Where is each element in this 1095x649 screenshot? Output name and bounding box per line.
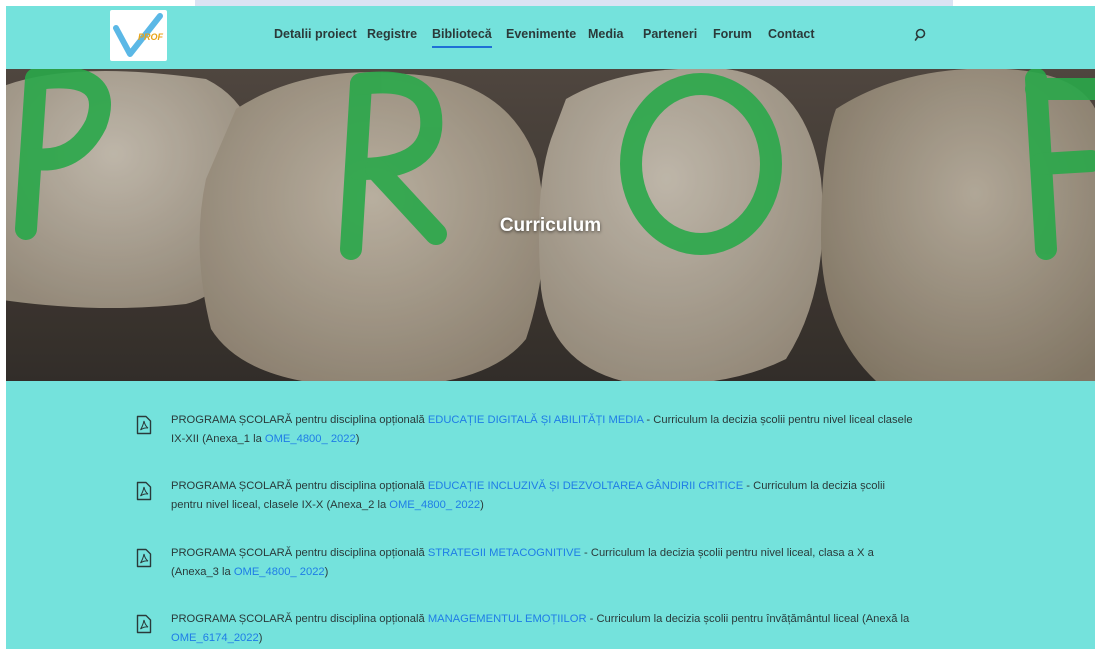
subject-link[interactable]: EDUCAȚIE DIGITALĂ ȘI ABILITĂȚI MEDIA xyxy=(428,414,644,426)
nav-forum[interactable]: Forum xyxy=(713,27,752,41)
nav-parteneri[interactable]: Parteneri xyxy=(643,27,697,41)
order-link[interactable]: OME_4800_ 2022 xyxy=(234,566,325,578)
pdf-file-icon xyxy=(136,548,152,568)
document-description: PROGRAMA ȘCOLARĂ pentru disciplina opțio… xyxy=(171,547,874,578)
nav-registre[interactable]: Registre xyxy=(367,27,417,41)
subject-link[interactable]: STRATEGII METACOGNITIVE xyxy=(428,547,581,559)
order-link[interactable]: OME_4800_ 2022 xyxy=(265,433,356,445)
document-description: PROGRAMA ȘCOLARĂ pentru disciplina opțio… xyxy=(171,414,913,445)
page: PROF Detalii proiect Registre Bibliotecă… xyxy=(6,6,1095,649)
site-header: PROF Detalii proiect Registre Bibliotecă… xyxy=(6,6,1095,69)
document-description: PROGRAMA ȘCOLARĂ pentru disciplina opțio… xyxy=(171,613,910,644)
logo-text: PROF xyxy=(138,32,164,42)
site-logo[interactable]: PROF xyxy=(110,10,167,61)
nav-contact[interactable]: Contact xyxy=(768,27,815,41)
subject-link[interactable]: EDUCAȚIE INCLUZIVĂ ȘI DEZVOLTAREA GÂNDIR… xyxy=(428,480,743,492)
nav-detalii-proiect[interactable]: Detalii proiect xyxy=(274,27,357,41)
order-link[interactable]: OME_6174_2022 xyxy=(171,632,259,644)
nav-biblioteca[interactable]: Bibliotecă xyxy=(432,27,492,48)
hero-banner: Curriculum xyxy=(6,69,1095,381)
search-icon[interactable] xyxy=(914,28,928,42)
order-link[interactable]: OME_4800_ 2022 xyxy=(389,499,480,511)
pdf-file-icon xyxy=(136,614,152,634)
nav-evenimente[interactable]: Evenimente xyxy=(506,27,576,41)
pdf-file-icon xyxy=(136,415,152,435)
document-description: PROGRAMA ȘCOLARĂ pentru disciplina opțio… xyxy=(171,480,885,511)
nav-media[interactable]: Media xyxy=(588,27,623,41)
page-title: Curriculum xyxy=(499,215,602,236)
pdf-file-icon xyxy=(136,481,152,501)
subject-link[interactable]: MANAGEMENTUL EMOȚIILOR xyxy=(428,613,587,625)
